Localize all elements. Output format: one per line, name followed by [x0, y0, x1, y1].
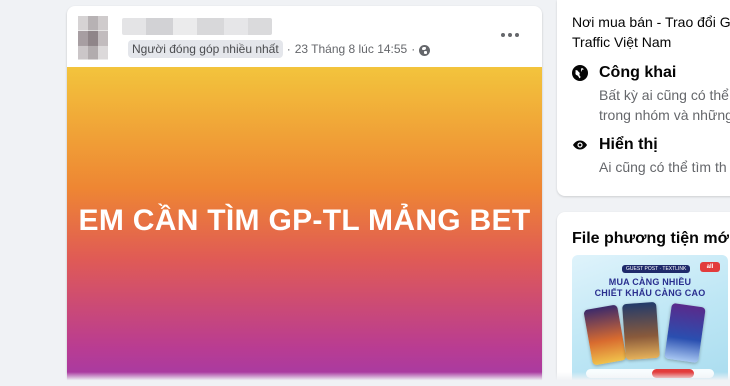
top-contributor-badge[interactable]: Người đóng góp nhiều nhất	[128, 40, 283, 58]
group-name-line2: Traffic Việt Nam	[572, 34, 672, 50]
group-about-card: Nơi mua bán - Trao đổi G Traffic Việt Na…	[557, 0, 730, 196]
page: Người đóng góp nhiều nhất · 23 Tháng 8 l…	[0, 0, 730, 386]
thumbnail-headline-2: CHIẾT KHẤU CÀNG CAO	[594, 288, 706, 298]
thumbnail-logo: all	[700, 262, 720, 272]
thumbnail-tag: GUEST POST · TEXTLINK	[622, 265, 691, 273]
avatar[interactable]	[78, 16, 108, 60]
meta-separator-2: ·	[411, 42, 416, 56]
post-header: Người đóng góp nhiều nhất · 23 Tháng 8 l…	[67, 6, 542, 67]
recent-media-title[interactable]: File phương tiện mới c	[572, 229, 730, 249]
thumbnail-card-art	[583, 304, 627, 366]
group-name[interactable]: Nơi mua bán - Trao đổi G Traffic Việt Na…	[572, 12, 730, 52]
post-timestamp[interactable]: 23 Tháng 8 lúc 14:55	[295, 42, 408, 56]
privacy-desc-line1: Bất kỳ ai cũng có thể	[599, 87, 729, 103]
more-dot	[501, 33, 505, 37]
meta-separator: ·	[286, 42, 291, 56]
visibility-title: Hiển thị	[599, 136, 658, 153]
privacy-desc-line2: trong nhóm và những	[599, 107, 730, 123]
privacy-description: Bất kỳ ai cũng có thể trong nhóm và nhữn…	[599, 85, 730, 125]
more-dot	[508, 33, 512, 37]
thumbnail-footer-bar	[586, 369, 714, 378]
privacy-title: Công khai	[599, 64, 677, 81]
globe-icon	[572, 65, 588, 81]
more-options-icon[interactable]	[492, 25, 528, 45]
visibility-desc-line1: Ai cũng có thể tìm th	[599, 159, 727, 175]
post-background-text[interactable]: EM CẦN TÌM GP-TL MẢNG BET	[67, 67, 542, 386]
thumbnail-card-art	[622, 301, 660, 361]
privacy-info: Công khai Bất kỳ ai cũng có thể trong nh…	[572, 63, 730, 123]
thumbnail-card-art	[664, 302, 706, 364]
visibility-info: Hiển thị Ai cũng có thể tìm th	[572, 135, 730, 180]
thumbnail-footer-accent	[652, 369, 694, 378]
group-name-line1: Nơi mua bán - Trao đổi G	[572, 14, 730, 30]
post-meta: Người đóng góp nhiều nhất · 23 Tháng 8 l…	[128, 39, 431, 59]
post-text: EM CẦN TÌM GP-TL MẢNG BET	[78, 203, 531, 237]
globe-icon[interactable]	[419, 44, 431, 56]
more-dot	[515, 33, 519, 37]
post-card: Người đóng góp nhiều nhất · 23 Tháng 8 l…	[67, 6, 542, 386]
visibility-description: Ai cũng có thể tìm th	[599, 157, 727, 177]
recent-media-card: File phương tiện mới c GUEST POST · TEXT…	[557, 212, 730, 386]
eye-icon	[573, 140, 587, 150]
author-name-redacted[interactable]	[122, 18, 272, 35]
media-thumbnail[interactable]: GUEST POST · TEXTLINK all MUA CÀNG NHIỀU…	[572, 255, 728, 386]
thumbnail-headline-1: MUA CÀNG NHIỀU	[608, 277, 692, 287]
